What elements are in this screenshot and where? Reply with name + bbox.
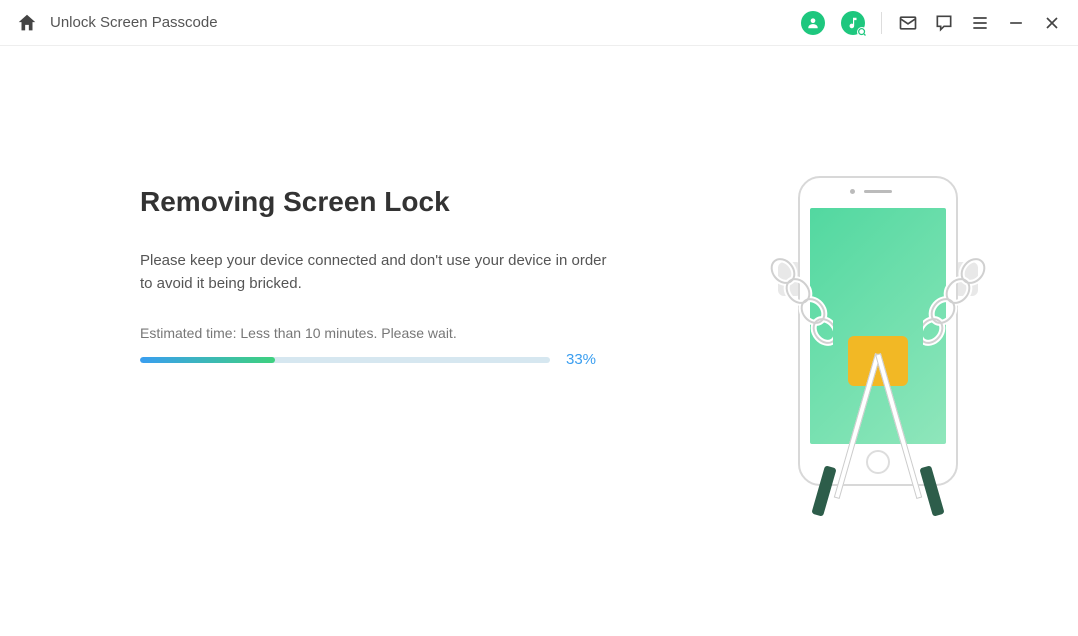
header-divider (881, 12, 882, 34)
chain-left (763, 256, 833, 356)
progress-bar (140, 357, 550, 363)
page-title: Unlock Screen Passcode (50, 14, 218, 31)
close-icon[interactable] (1042, 13, 1062, 33)
phone-speaker (864, 190, 892, 193)
feedback-icon[interactable] (934, 13, 954, 33)
content-description: Please keep your device connected and do… (140, 250, 620, 295)
account-icon[interactable] (801, 11, 825, 35)
estimated-time: Estimated time: Less than 10 minutes. Pl… (140, 325, 640, 341)
progress-fill (140, 357, 275, 363)
music-icon[interactable] (841, 11, 865, 35)
progress-percent: 33% (566, 351, 596, 368)
phone-home-button (866, 450, 890, 474)
content-left: Removing Screen Lock Please keep your de… (140, 186, 640, 536)
phone-illustration (778, 176, 978, 536)
mail-icon[interactable] (898, 13, 918, 33)
content-title: Removing Screen Lock (140, 186, 640, 218)
main-content: Removing Screen Lock Please keep your de… (0, 46, 1078, 536)
app-header: Unlock Screen Passcode (0, 0, 1078, 46)
home-icon[interactable] (16, 12, 38, 34)
header-right (801, 11, 1062, 35)
progress-row: 33% (140, 351, 640, 368)
chain-right (923, 256, 993, 356)
menu-icon[interactable] (970, 13, 990, 33)
phone-camera (850, 189, 855, 194)
header-left: Unlock Screen Passcode (16, 12, 218, 34)
minimize-icon[interactable] (1006, 13, 1026, 33)
